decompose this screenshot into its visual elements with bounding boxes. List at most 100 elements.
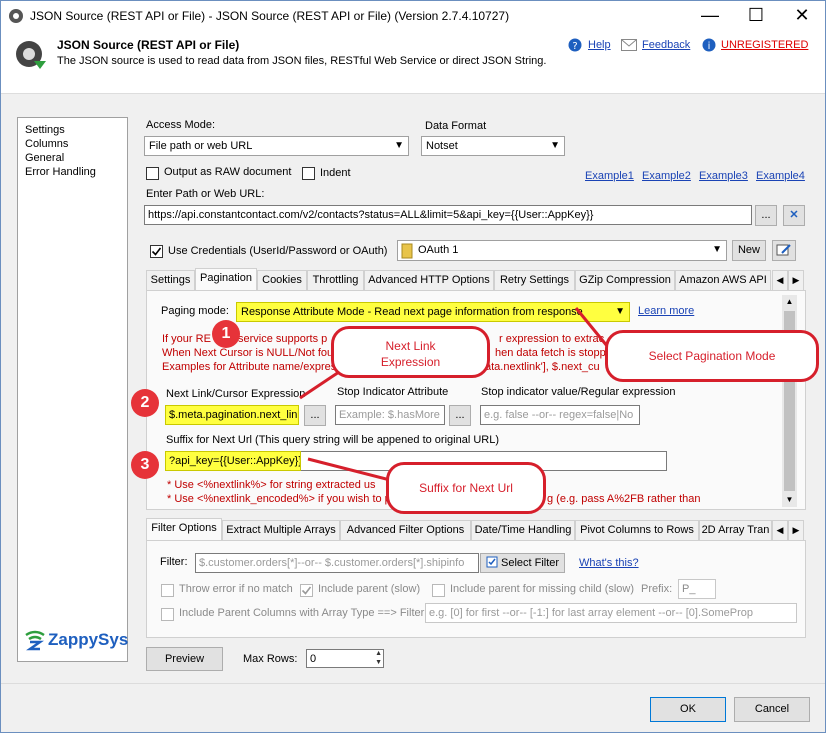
title-bar: JSON Source (REST API or File) - JSON So… [0, 0, 826, 32]
nav-item-error-handling[interactable]: Error Handling [18, 165, 127, 179]
nav-item-columns[interactable]: Columns [18, 137, 127, 151]
scroll-up-icon[interactable]: ▲ [782, 295, 797, 309]
include-missing-checkbox[interactable] [432, 584, 445, 597]
tab-extract-arrays[interactable]: Extract Multiple Arrays [222, 520, 340, 540]
edit-connection-button[interactable] [772, 240, 796, 261]
settings-tabs: Settings Pagination Cookies Throttling A… [146, 268, 806, 290]
select-filter-button[interactable]: Select Filter [480, 553, 565, 573]
maximize-button[interactable]: ☐ [733, 0, 779, 32]
note-nextlink-encoded: * Use <%nextlink_encoded%> if you wish t… [167, 493, 391, 505]
new-connection-button[interactable]: New [732, 240, 766, 261]
access-mode-select[interactable]: File path or web URL ▼ [144, 136, 409, 156]
filter-tab-scroll-right[interactable]: ▶ [788, 520, 804, 540]
stepper-icon[interactable]: ▲ ▼ [375, 650, 382, 667]
access-mode-value: File path or web URL [149, 140, 253, 152]
filter-tabs: Filter Options Extract Multiple Arrays A… [146, 518, 806, 540]
stop-value-input[interactable]: e.g. false --or-- regex=false|No [480, 405, 640, 425]
tab-scroll-right[interactable]: ▶ [788, 270, 804, 290]
unregistered-link[interactable]: UNREGISTERED [721, 39, 808, 51]
prefix-input[interactable]: P_ [678, 579, 716, 599]
include-missing-label: Include parent for missing child (slow) [450, 583, 635, 595]
chevron-down-icon: ▼ [615, 306, 625, 317]
stop-value-label: Stop indicator value/Regular expression [481, 386, 676, 398]
tab-filter-options[interactable]: Filter Options [146, 518, 222, 540]
clear-path-button[interactable]: ✕ [783, 205, 805, 226]
tab-throttling[interactable]: Throttling [307, 270, 364, 290]
zappysys-logo-icon [25, 630, 45, 651]
feedback-link[interactable]: Feedback [642, 39, 690, 51]
credentials-select[interactable]: OAuth 1 ▼ [397, 240, 727, 261]
next-link-browse-button[interactable]: ... [304, 405, 326, 426]
info-text-3a: Examples for Attribute name/expres [162, 361, 337, 373]
example4-link[interactable]: Example4 [756, 170, 805, 182]
include-parent-checkbox[interactable] [300, 584, 313, 597]
stop-attr-label: Stop Indicator Attribute [337, 386, 449, 398]
header-title: JSON Source (REST API or File) [57, 38, 240, 52]
tab-gzip[interactable]: GZip Compression [575, 270, 675, 290]
indent-label: Indent [320, 167, 351, 179]
filter-tab-scroll-left[interactable]: ◀ [772, 520, 788, 540]
use-credentials-checkbox[interactable] [150, 245, 163, 258]
next-link-label: Next Link/Cursor Expression [166, 388, 306, 400]
pagination-scrollbar[interactable]: ▲ ▼ [782, 295, 797, 507]
nav-item-general[interactable]: General [18, 151, 127, 165]
suffix-input[interactable]: ?api_key={{User::AppKey}} [165, 451, 301, 471]
data-format-value: Notset [426, 140, 458, 152]
step-number-1: 1 [212, 320, 240, 348]
example2-link[interactable]: Example2 [642, 170, 691, 182]
tab-cookies[interactable]: Cookies [257, 270, 307, 290]
paging-mode-label: Paging mode: [161, 305, 229, 317]
whats-this-link[interactable]: What's this? [579, 557, 639, 569]
svg-text:i: i [708, 41, 711, 52]
data-format-select[interactable]: Notset ▼ [421, 136, 565, 156]
path-input[interactable]: https://api.constantcontact.com/v2/conta… [144, 205, 752, 225]
tab-2d-array[interactable]: 2D Array Tran [699, 520, 772, 540]
filter-panel: Filter: $.customer.orders[*]--or-- $.cus… [146, 540, 806, 638]
cancel-button[interactable]: Cancel [734, 697, 810, 722]
scroll-down-icon[interactable]: ▼ [782, 493, 797, 507]
info-text-1c: r expression to extrac [499, 333, 605, 345]
tab-pivot[interactable]: Pivot Columns to Rows [575, 520, 699, 540]
step-number-2: 2 [131, 389, 159, 417]
tab-advanced-http[interactable]: Advanced HTTP Options [364, 270, 494, 290]
json-source-icon [16, 41, 46, 69]
edit-icon [776, 244, 791, 256]
check-icon [301, 586, 312, 595]
next-link-input[interactable]: $.meta.pagination.next_link [165, 405, 299, 425]
output-raw-checkbox[interactable] [146, 167, 159, 180]
tab-datetime[interactable]: Date/Time Handling [471, 520, 575, 540]
browse-button[interactable]: ... [755, 205, 777, 226]
note-nextlink-encoded-end: g (e.g. pass A%2FB rather than [547, 493, 701, 505]
nav-item-settings[interactable]: Settings [18, 123, 127, 137]
window-title: JSON Source (REST API or File) - JSON So… [30, 9, 510, 23]
ok-button[interactable]: OK [650, 697, 726, 722]
example1-link[interactable]: Example1 [585, 170, 634, 182]
learn-more-link[interactable]: Learn more [638, 305, 694, 317]
stop-attr-browse-button[interactable]: ... [449, 405, 471, 426]
header: JSON Source (REST API or File) The JSON … [0, 32, 826, 94]
tab-pagination[interactable]: Pagination [195, 268, 257, 290]
chevron-down-icon: ▼ [550, 140, 560, 151]
minimize-button[interactable]: — [687, 0, 733, 32]
tab-settings[interactable]: Settings [146, 270, 195, 290]
example3-link[interactable]: Example3 [699, 170, 748, 182]
close-button[interactable]: ✕ [779, 0, 825, 32]
include-parent-cols-checkbox[interactable] [161, 608, 174, 621]
left-navigation: Settings Columns General Error Handling … [17, 117, 128, 662]
include-parent-cols-input[interactable]: e.g. [0] for first --or-- [-1:] for last… [425, 603, 797, 623]
tab-scroll-left[interactable]: ◀ [772, 270, 788, 290]
zappysys-logo-text: ZappySys [48, 630, 129, 649]
filter-input[interactable]: $.customer.orders[*]--or-- $.customer.or… [195, 553, 479, 573]
max-rows-input[interactable]: 0 ▲ ▼ [306, 649, 384, 668]
info-text-1a: If your RE [162, 333, 211, 345]
tab-retry-settings[interactable]: Retry Settings [494, 270, 575, 290]
tab-amazon-aws[interactable]: Amazon AWS API [675, 270, 771, 290]
indent-checkbox[interactable] [302, 167, 315, 180]
paging-mode-select[interactable]: Response Attribute Mode - Read next page… [236, 302, 630, 322]
tab-advanced-filter[interactable]: Advanced Filter Options [340, 520, 471, 540]
preview-button[interactable]: Preview [146, 647, 223, 671]
throw-error-checkbox[interactable] [161, 584, 174, 597]
stop-attr-input[interactable]: Example: $.hasMore [335, 405, 445, 425]
help-link[interactable]: Help [588, 39, 611, 51]
select-filter-label: Select Filter [500, 557, 560, 569]
